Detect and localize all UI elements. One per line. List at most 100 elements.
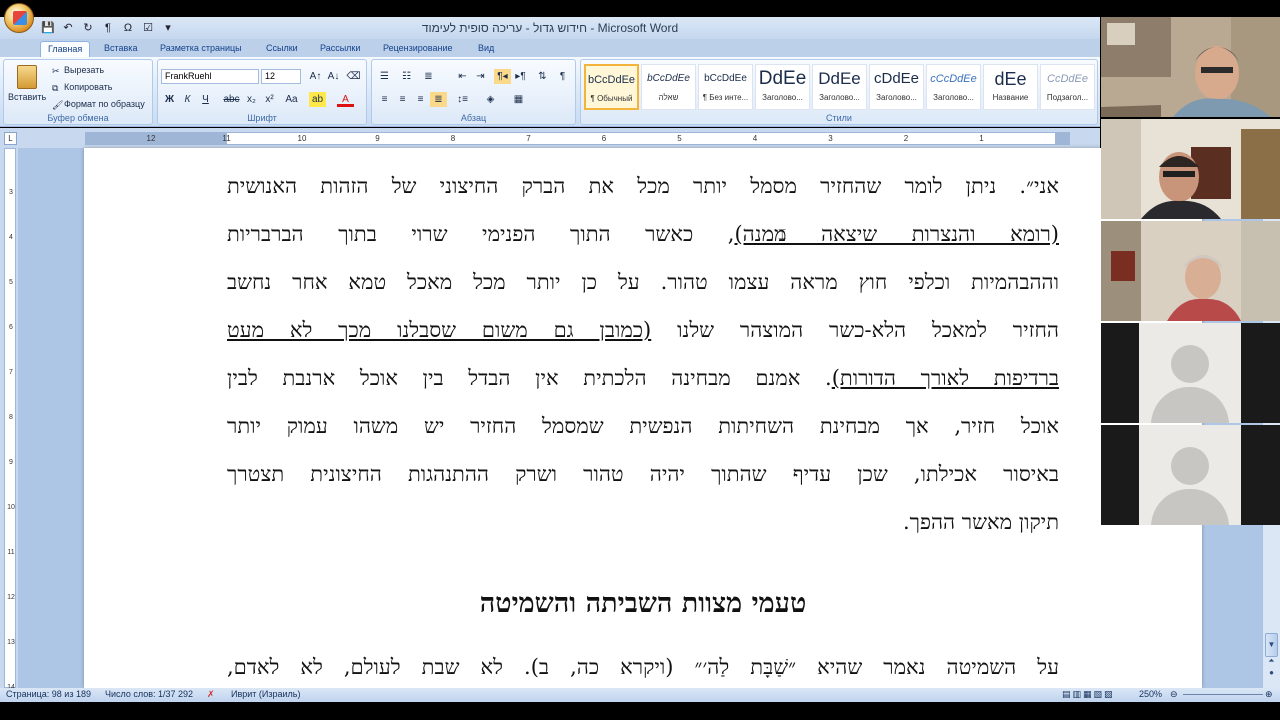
tab-mailings[interactable]: Рассылки — [313, 41, 367, 57]
copy-button[interactable]: ⧉ Копировать — [52, 82, 112, 93]
subscript-icon[interactable]: x₂ — [243, 92, 260, 107]
line-text: . אמנם מבחינה הלכתית אין הבדל בין אוכל א… — [227, 366, 832, 390]
participant-4-video[interactable] — [1101, 323, 1280, 423]
word-count[interactable]: Число слов: 1/37 292 — [105, 689, 193, 699]
change-case-icon[interactable]: Aa — [283, 92, 300, 107]
ruler-number: 11 — [222, 134, 231, 143]
participant-1-video[interactable] — [1101, 17, 1280, 117]
avatar-body-icon — [1151, 489, 1229, 525]
vertical-ruler-number: 11 — [7, 549, 15, 556]
align-left-icon[interactable]: ≡ — [376, 92, 393, 107]
horizontal-ruler[interactable]: 12 11 10 9 8 7 6 5 4 3 2 1 — [85, 132, 1070, 145]
tab-review[interactable]: Рецензирование — [376, 41, 460, 57]
browse-object-icon[interactable]: ● — [1265, 668, 1278, 681]
ribbon: Вставить ✂ Вырезать ⧉ Копировать 🖌Формат п… — [0, 57, 1100, 127]
align-center-icon[interactable]: ≡ — [394, 92, 411, 107]
text-line: תיקון מאשר ההפך. — [227, 498, 1059, 546]
zoom-out-icon[interactable]: ⊖ — [1170, 689, 1178, 700]
highlight-icon[interactable]: ab — [309, 92, 326, 107]
text-cursor-icon: ⌶ — [778, 226, 787, 242]
font-group: FrankRuehl 12 A↑ A↓ ⌫ Ж К Ч abc x₂ x² Aa… — [157, 59, 367, 125]
sort-icon[interactable]: ⇅ — [534, 69, 551, 84]
bold-icon[interactable]: Ж — [161, 92, 178, 107]
format-painter-button[interactable]: 🖌Формат по образцу — [52, 99, 145, 110]
style-tile[interactable]: bCcDdEe ¶ Без инте... — [698, 64, 753, 110]
ruler-number: 2 — [903, 134, 909, 143]
style-tile[interactable]: cCcDdEe Заголово... — [926, 64, 981, 110]
participant-3-video[interactable] — [1101, 221, 1280, 321]
proofing-icon[interactable]: ✗ — [207, 689, 215, 700]
clipboard-group: Вставить ✂ Вырезать ⧉ Копировать 🖌Формат п… — [3, 59, 153, 125]
document-page[interactable]: אני״. ניתן לומר שהחזיר מסמל יותר מכל את … — [84, 148, 1202, 688]
paragraph-next: על השמיטה נאמר שהיא ״שַׁבָּת לַה׳״ (ויקר… — [227, 655, 1059, 679]
ribbon-tabs: Главная Вставка Разметка страницы Ссылки… — [0, 39, 1100, 57]
participant-2-video[interactable] — [1101, 119, 1280, 219]
format-painter-label: Формат по образцу — [64, 99, 145, 109]
numbering-icon[interactable]: ☷ — [398, 69, 415, 84]
tab-home[interactable]: Главная — [40, 41, 91, 57]
style-tile[interactable]: DdEe Заголово... — [755, 64, 810, 110]
language-indicator[interactable]: Иврит (Израиль) — [231, 689, 300, 699]
clear-format-icon[interactable]: ⌫ — [345, 69, 362, 84]
decrease-indent-icon[interactable]: ⇤ — [454, 69, 471, 84]
increase-indent-icon[interactable]: ⇥ — [472, 69, 489, 84]
rtl-icon[interactable]: ¶◂ — [494, 69, 511, 84]
vertical-ruler-number: 5 — [9, 279, 13, 286]
style-tile[interactable]: cDdEe Заголово... — [869, 64, 924, 110]
tab-selector[interactable]: L — [4, 132, 17, 145]
font-color-icon[interactable]: A — [337, 92, 354, 107]
view-buttons-icon[interactable]: ▤▥▦▧▨ — [1062, 689, 1115, 700]
underlined-text: (כמובן גם משום שסבלנו מכך לא מעט — [227, 318, 652, 342]
zoom-level[interactable]: 250% — [1139, 689, 1162, 699]
ruler-number: 12 — [146, 134, 156, 143]
vertical-ruler-number: 13 — [7, 639, 15, 646]
tab-view[interactable]: Вид — [471, 41, 501, 57]
borders-icon[interactable]: ▦ — [510, 92, 527, 107]
font-family-select[interactable]: FrankRuehl — [161, 69, 259, 84]
bullets-icon[interactable]: ☰ — [376, 69, 393, 84]
style-tile[interactable]: DdEe Заголово... — [812, 64, 867, 110]
style-tile[interactable]: bCcDdEe ¶ Обычный — [584, 64, 639, 110]
zoom-in-icon[interactable]: ⊕ — [1265, 689, 1273, 700]
scroll-down-icon[interactable]: ▼ — [1265, 640, 1278, 653]
style-name: שאלה — [658, 93, 679, 102]
italic-icon[interactable]: К — [179, 92, 196, 107]
style-name: ¶ Обычный — [590, 94, 633, 103]
participant-1-photo — [1101, 17, 1280, 117]
ltr-icon[interactable]: ▸¶ — [512, 69, 529, 84]
ruler-number: 1 — [979, 134, 984, 143]
vertical-ruler[interactable]: 34567891011121314 — [4, 148, 16, 691]
tab-page-layout[interactable]: Разметка страницы — [153, 41, 249, 57]
tab-references[interactable]: Ссылки — [259, 41, 305, 57]
participant-5-video[interactable] — [1101, 425, 1280, 525]
office-button[interactable] — [4, 3, 34, 33]
align-right-icon[interactable]: ≡ — [412, 92, 429, 107]
line-spacing-icon[interactable]: ↕≡ — [454, 92, 471, 107]
style-name: Заголово... — [819, 93, 860, 102]
line-text: אני״. ניתן לומר שהחזיר מסמל יותר מכל את … — [227, 174, 1059, 198]
style-name: Заголово... — [876, 93, 917, 102]
font-size-select[interactable]: 12 — [261, 69, 301, 84]
shrink-font-icon[interactable]: A↓ — [325, 69, 342, 84]
vertical-ruler-number: 3 — [9, 189, 13, 196]
paste-button[interactable]: Вставить — [8, 63, 46, 113]
avatar-head-icon — [1171, 345, 1209, 383]
cut-button[interactable]: ✂ Вырезать — [52, 65, 104, 76]
justify-icon[interactable]: ≣ — [430, 92, 447, 107]
style-tile[interactable]: bCcDdEe שאלה — [641, 64, 696, 110]
style-tile[interactable]: dEe Название — [983, 64, 1038, 110]
copy-label: Копировать — [64, 82, 113, 92]
strikethrough-icon[interactable]: abc — [223, 92, 240, 107]
style-preview: bCcDdEe — [704, 73, 747, 84]
shading-icon[interactable]: ◈ — [482, 92, 499, 107]
underline-icon[interactable]: Ч — [197, 92, 214, 107]
vertical-ruler-number: 6 — [9, 324, 13, 331]
zoom-slider[interactable] — [1183, 694, 1263, 695]
show-marks-icon[interactable]: ¶ — [554, 69, 571, 84]
superscript-icon[interactable]: x² — [261, 92, 278, 107]
tab-insert[interactable]: Вставка — [97, 41, 144, 57]
multilevel-list-icon[interactable]: ≣ — [420, 69, 437, 84]
style-tile[interactable]: CcDdEe Подзагол... — [1040, 64, 1095, 110]
page-indicator[interactable]: Страница: 98 из 189 — [6, 689, 91, 699]
grow-font-icon[interactable]: A↑ — [307, 69, 324, 84]
